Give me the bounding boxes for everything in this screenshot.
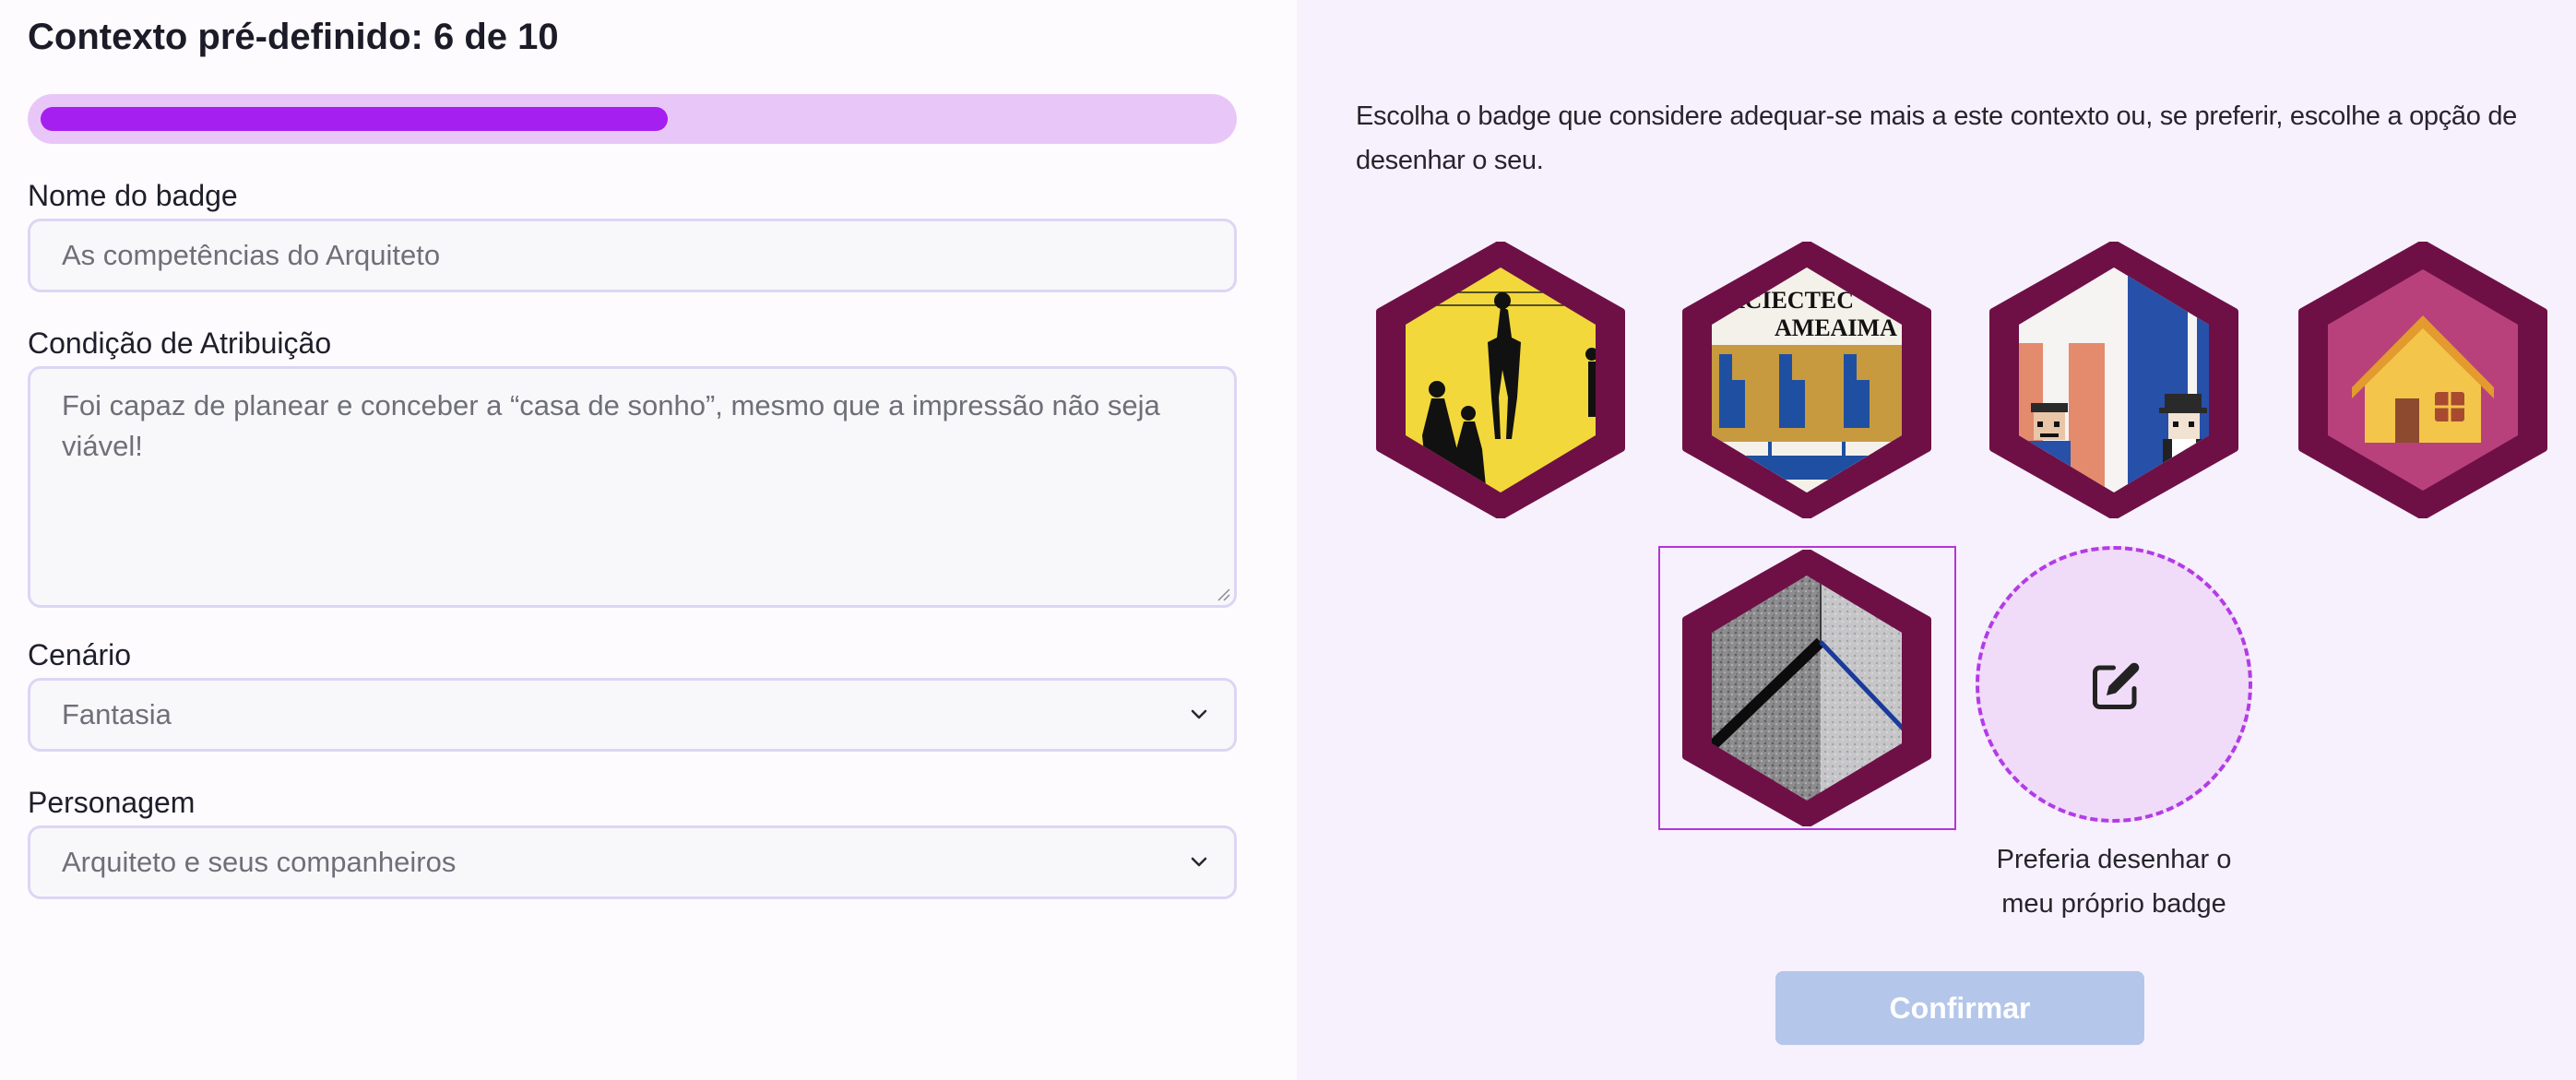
condition-label: Condição de Atribuição — [28, 326, 332, 360]
scenario-value: Fantasia — [62, 698, 172, 730]
progress-fill — [41, 107, 668, 131]
picker-instructions: Escolha o badge que considere adequar-se… — [1356, 101, 2518, 175]
edit-icon — [2093, 662, 2140, 709]
character-label: Personagem — [28, 786, 196, 819]
chevron-down-icon — [1191, 857, 1207, 867]
concrete-corner-badge-image — [1682, 550, 1931, 826]
badge-option-architects[interactable] — [1376, 242, 1625, 518]
page-title: Contexto pré-definido: 6 de 10 — [28, 17, 559, 57]
progress-bar — [28, 94, 1237, 144]
character-select[interactable]: Arquiteto e seus companheiros — [28, 825, 1237, 899]
condition-text: Foi capaz de planear e conceber a “casa … — [62, 389, 1160, 462]
architects-poster-badge-image — [1376, 242, 1625, 518]
pixel-characters-badge-image — [1989, 242, 2238, 518]
badge-option-architecture-poster[interactable]: ARCIECTEC AMEAIMA — [1682, 242, 1931, 518]
badge-name-input[interactable]: As competências do Arquiteto — [28, 219, 1237, 292]
badge-option-pixel-characters[interactable] — [1989, 242, 2238, 518]
confirm-button[interactable]: Confirmar — [1775, 971, 2144, 1045]
chevron-down-icon — [1191, 709, 1207, 719]
condition-textarea[interactable]: Foi capaz de planear e conceber a “casa … — [28, 366, 1237, 608]
draw-own-badge-label: Preferia desenhar o meu próprio badge — [1996, 845, 2232, 919]
house-icon-badge-image — [2298, 242, 2547, 518]
badge-name-label: Nome do badge — [28, 179, 238, 212]
architecture-poster-badge-image: ARCIECTEC AMEAIMA — [1682, 242, 1931, 518]
form-panel: Contexto pré-definido: 6 de 10 Nome do b… — [0, 0, 1297, 1080]
badge-option-concrete-selected[interactable] — [1682, 550, 1931, 826]
scenario-label: Cenário — [28, 638, 132, 671]
draw-own-badge-button[interactable] — [1976, 546, 2252, 823]
badge-image-text-2: AMEAIMA — [1775, 315, 1897, 341]
badge-option-house[interactable] — [2298, 242, 2547, 518]
character-value: Arquiteto e seus companheiros — [62, 846, 457, 878]
resize-handle-icon[interactable] — [1216, 587, 1230, 601]
scenario-select[interactable]: Fantasia — [28, 678, 1237, 752]
